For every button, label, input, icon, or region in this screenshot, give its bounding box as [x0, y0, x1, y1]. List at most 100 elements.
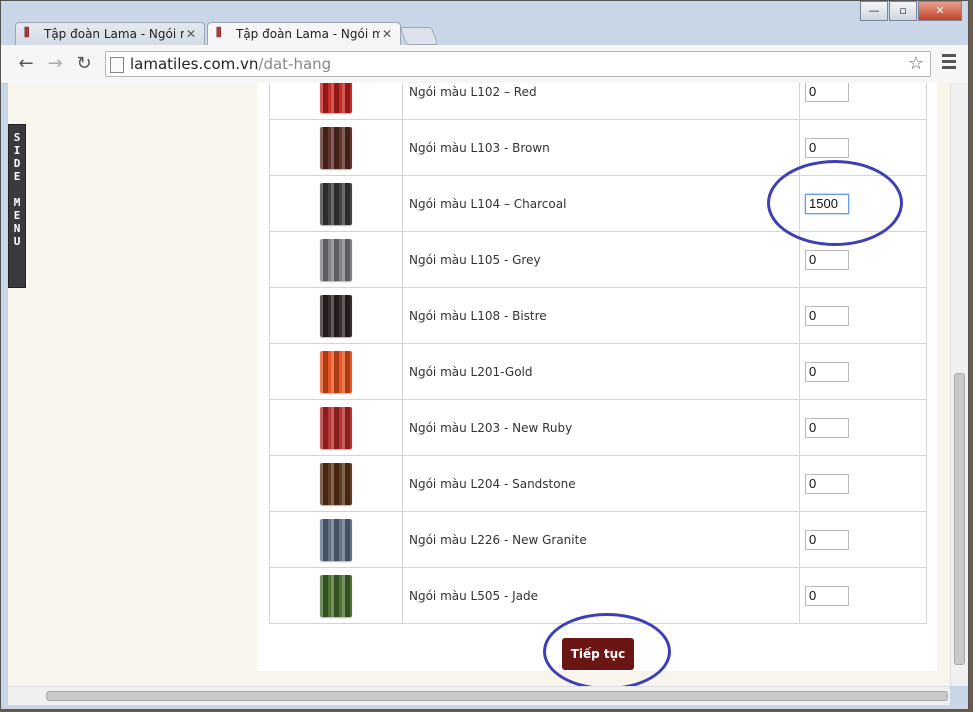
url-text: lamatiles.com.vn/dat-hang: [130, 52, 331, 76]
quantity-cell: [799, 231, 927, 288]
side-menu-letter: E: [13, 170, 21, 183]
table-row: Ngói màu L105 - Grey: [269, 231, 927, 288]
product-name: Ngói màu L226 - New Granite: [402, 511, 800, 568]
quantity-input[interactable]: [805, 529, 849, 550]
product-thumbnail-cell: [269, 231, 403, 288]
quantity-input[interactable]: [805, 361, 849, 382]
quantity-cell: [799, 343, 927, 400]
page-viewport: SIDE MENU Ngói màu L102 – RedNgói màu L1…: [8, 83, 950, 686]
quantity-cell: [799, 455, 927, 512]
product-name: Ngói màu L505 - Jade: [402, 567, 800, 624]
roof-tile-image: [320, 294, 352, 337]
minimize-icon[interactable]: —: [860, 1, 888, 21]
side-menu-tab[interactable]: SIDE MENU: [8, 124, 26, 288]
quantity-input[interactable]: [805, 83, 849, 102]
bookmark-star-icon[interactable]: ☆: [908, 52, 924, 76]
page-icon: [110, 57, 124, 73]
right-margin: [937, 83, 950, 686]
quantity-input[interactable]: [805, 417, 849, 438]
product-name: Ngói màu L108 - Bistre: [402, 287, 800, 344]
side-menu-letter: S: [13, 131, 21, 144]
tab-close-icon[interactable]: ✕: [184, 27, 198, 41]
browser-toolbar: ← → ↻ lamatiles.com.vn/dat-hang ☆: [1, 45, 968, 84]
product-name: Ngói màu L104 – Charcoal: [402, 175, 800, 232]
close-window-icon[interactable]: ✕: [918, 1, 962, 21]
quantity-input[interactable]: [805, 305, 849, 326]
side-menu-letter: M: [13, 196, 21, 209]
product-name: Ngói màu L102 – Red: [402, 83, 800, 120]
lama-favicon-icon: ⫴: [24, 26, 30, 41]
side-menu-letter: I: [13, 144, 21, 157]
side-menu-letter: D: [13, 157, 21, 170]
quantity-input[interactable]: [805, 585, 849, 606]
product-thumbnail-cell: [269, 511, 403, 568]
quantity-cell: [799, 175, 927, 232]
product-name: Ngói màu L204 - Sandstone: [402, 455, 800, 512]
side-menu-letter: N: [13, 222, 21, 235]
quantity-cell: [799, 83, 927, 120]
table-row: Ngói màu L103 - Brown: [269, 119, 927, 176]
quantity-input[interactable]: [805, 193, 849, 214]
quantity-cell: [799, 399, 927, 456]
quantity-cell: [799, 567, 927, 624]
roof-tile-image: [320, 182, 352, 225]
table-row: Ngói màu L226 - New Granite: [269, 511, 927, 568]
product-thumbnail-cell: [269, 399, 403, 456]
vertical-scrollbar[interactable]: [950, 83, 968, 686]
table-row: Ngói màu L505 - Jade: [269, 567, 927, 624]
tab-1[interactable]: ⫴ Tập đoàn Lama - Ngói mà ✕: [15, 22, 205, 45]
quantity-input[interactable]: [805, 249, 849, 270]
tab-close-icon[interactable]: ✕: [380, 27, 394, 41]
product-order-table: Ngói màu L102 – RedNgói màu L103 - Brown…: [269, 83, 927, 624]
horizontal-scroll-thumb[interactable]: [46, 691, 948, 701]
table-row: Ngói màu L204 - Sandstone: [269, 455, 927, 512]
product-thumbnail-cell: [269, 83, 403, 120]
roof-tile-image: [320, 238, 352, 281]
url-host: lamatiles.com.vn: [130, 55, 259, 73]
table-row: Ngói màu L102 – Red: [269, 83, 927, 120]
product-thumbnail-cell: [269, 287, 403, 344]
maximize-icon[interactable]: ▫: [889, 1, 917, 21]
tab-strip: ⫴ Tập đoàn Lama - Ngói mà ✕ ⫴ Tập đoàn L…: [1, 1, 968, 45]
product-thumbnail-cell: [269, 343, 403, 400]
table-row: Ngói màu L203 - New Ruby: [269, 399, 927, 456]
reload-icon[interactable]: ↻: [73, 53, 95, 75]
tab-title: Tập đoàn Lama - Ngói mà: [44, 27, 184, 41]
table-row: Ngói màu L201-Gold: [269, 343, 927, 400]
product-name: Ngói màu L203 - New Ruby: [402, 399, 800, 456]
product-name: Ngói màu L105 - Grey: [402, 231, 800, 288]
continue-button[interactable]: Tiếp tục: [562, 638, 634, 670]
product-name: Ngói màu L201-Gold: [402, 343, 800, 400]
left-pane: SIDE MENU: [8, 83, 257, 686]
quantity-cell: [799, 511, 927, 568]
quantity-input[interactable]: [805, 473, 849, 494]
roof-tile-image: [320, 406, 352, 449]
quantity-cell: [799, 119, 927, 176]
roof-tile-image: [320, 518, 352, 561]
side-menu-letter: E: [13, 209, 21, 222]
address-bar[interactable]: lamatiles.com.vn/dat-hang ☆: [105, 51, 931, 77]
roof-tile-image: [320, 350, 352, 393]
product-thumbnail-cell: [269, 175, 403, 232]
quantity-cell: [799, 287, 927, 344]
product-name: Ngói màu L103 - Brown: [402, 119, 800, 176]
back-arrow-icon[interactable]: ←: [15, 53, 37, 75]
product-thumbnail-cell: [269, 567, 403, 624]
table-row: Ngói màu L104 – Charcoal: [269, 175, 927, 232]
lama-favicon-icon: ⫴: [216, 26, 222, 41]
hamburger-menu-icon[interactable]: [942, 54, 956, 72]
side-menu-letter: [9, 183, 25, 196]
tab-2[interactable]: ⫴ Tập đoàn Lama - Ngói mà ✕: [207, 22, 401, 45]
vertical-scroll-thumb[interactable]: [954, 373, 965, 665]
horizontal-scrollbar[interactable]: [8, 686, 950, 705]
product-thumbnail-cell: [269, 119, 403, 176]
roof-tile-image: [320, 462, 352, 505]
table-row: Ngói màu L108 - Bistre: [269, 287, 927, 344]
new-tab-button[interactable]: [399, 27, 439, 45]
window-controls: — ▫ ✕: [859, 1, 962, 21]
tab-title: Tập đoàn Lama - Ngói mà: [236, 27, 380, 41]
forward-arrow-icon[interactable]: →: [44, 53, 66, 75]
order-content: Ngói màu L102 – RedNgói màu L103 - Brown…: [257, 83, 937, 671]
side-menu-letter: U: [13, 235, 21, 248]
quantity-input[interactable]: [805, 137, 849, 158]
